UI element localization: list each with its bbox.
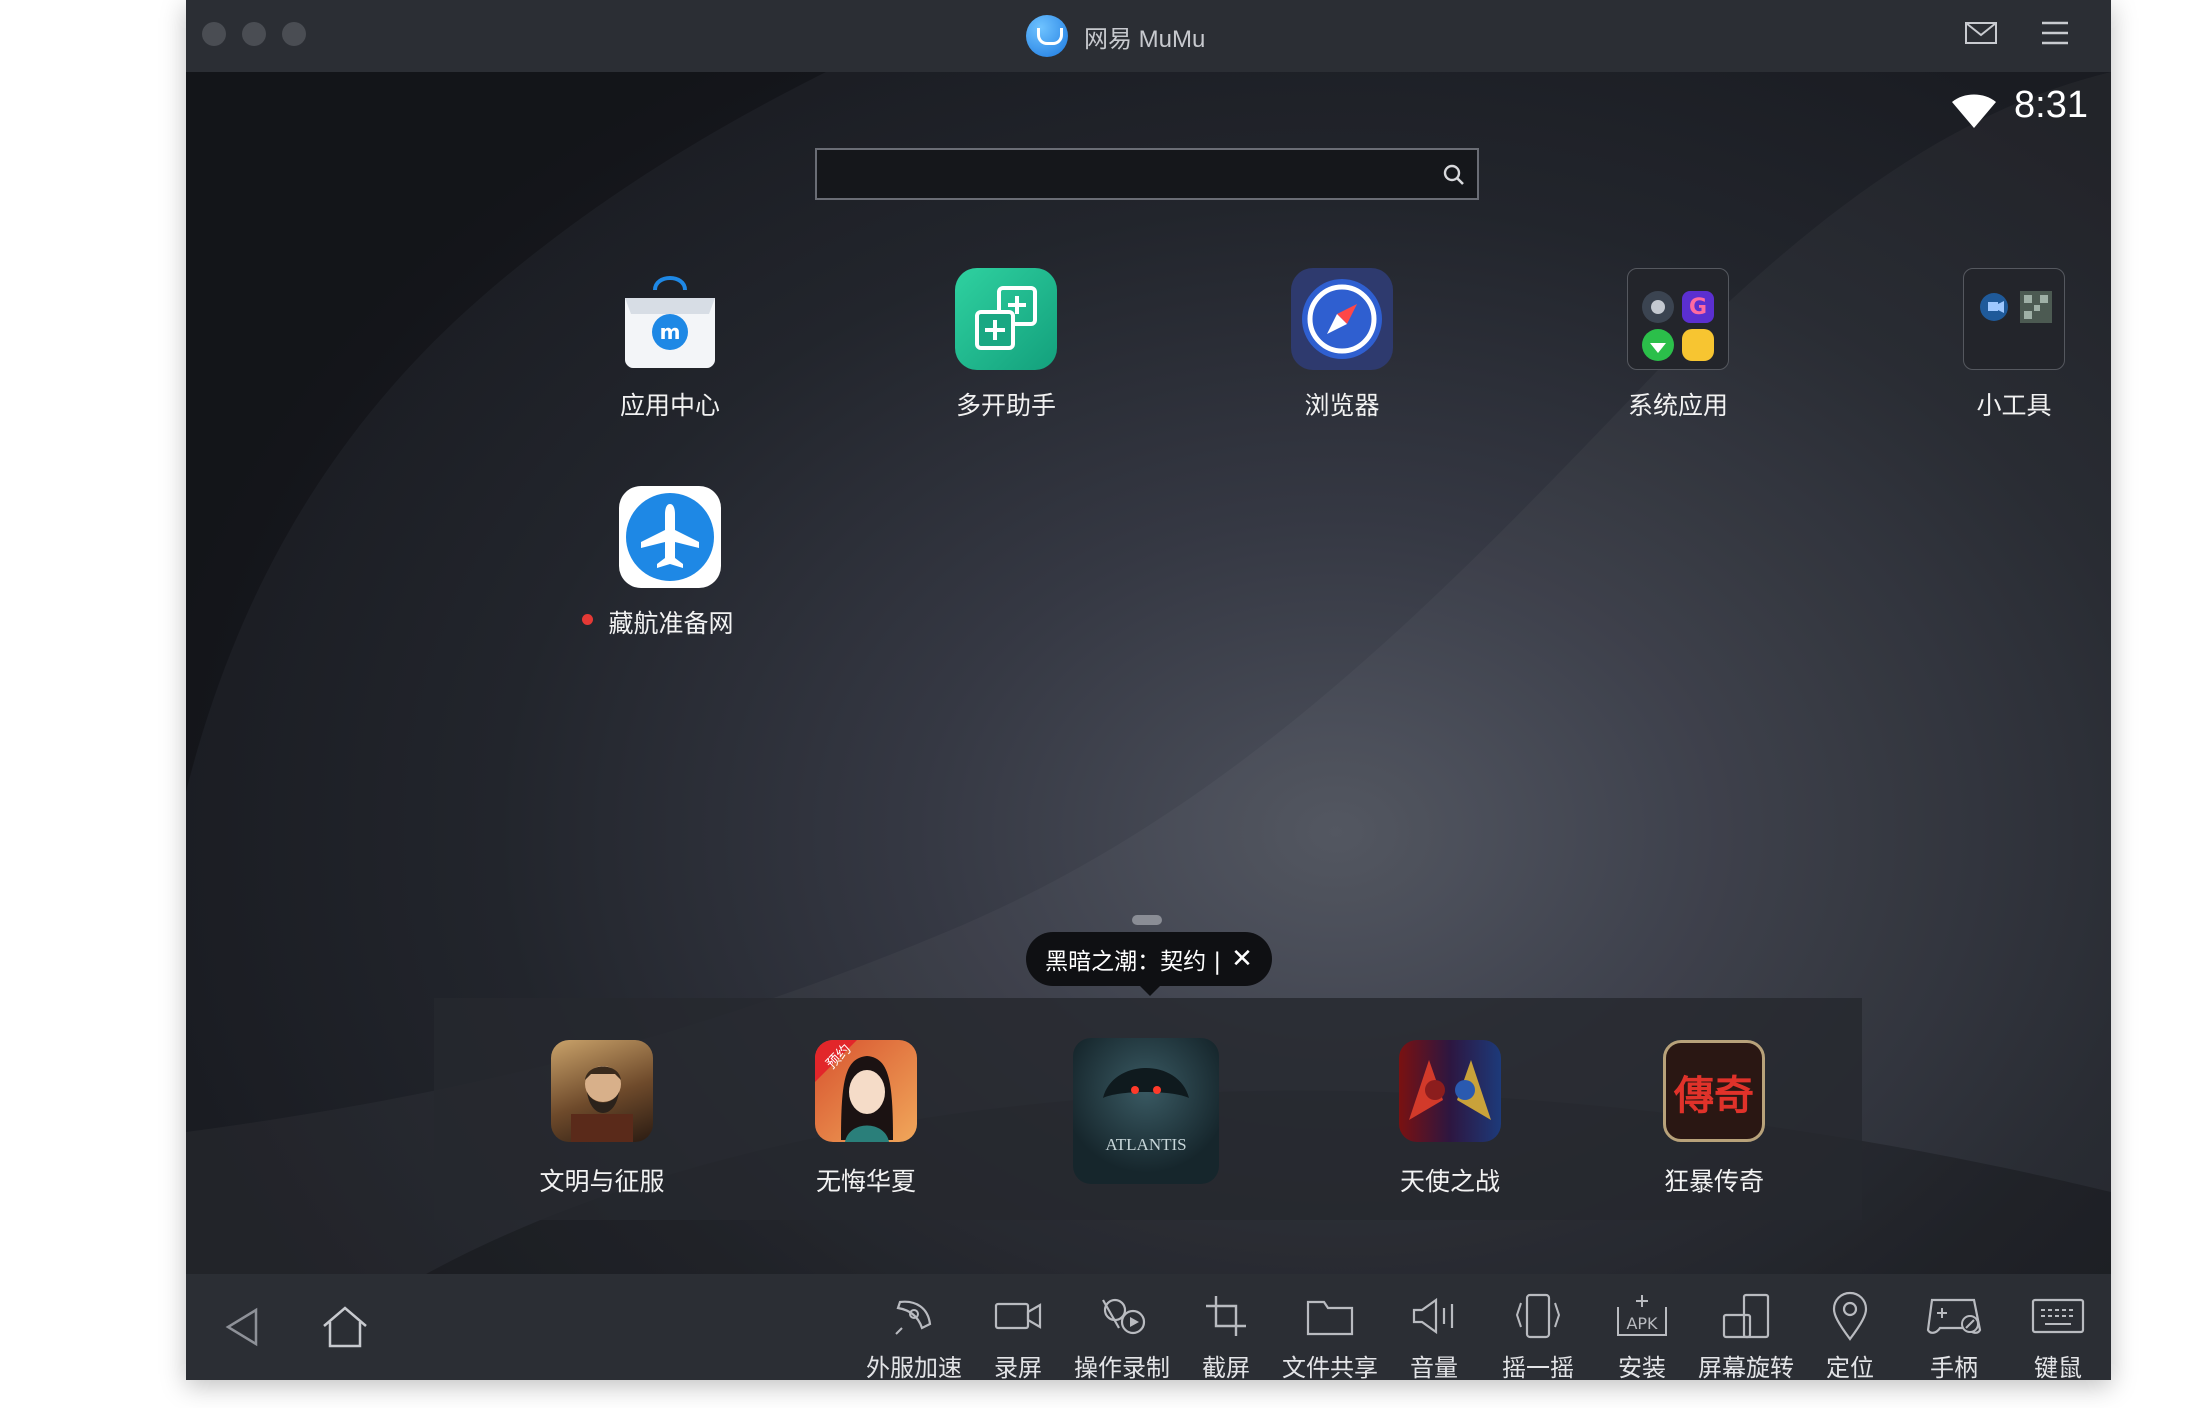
search-input[interactable]	[827, 158, 1421, 192]
macro-record-icon	[1070, 1288, 1174, 1344]
game-item[interactable]: 天使之战	[1350, 1040, 1550, 1198]
crop-icon	[1174, 1288, 1278, 1344]
keyboard-icon	[2006, 1288, 2110, 1344]
app-center-bag-icon: m	[619, 268, 721, 370]
game-item[interactable]: 预约 无悔华夏	[766, 1040, 966, 1198]
system-apps-folder-icon: G	[1627, 268, 1729, 370]
svg-text:APK: APK	[1626, 1314, 1658, 1333]
app-label: 系统应用	[1627, 391, 1728, 420]
game-tooltip[interactable]: 黑暗之潮：契约 | ✕	[1026, 932, 1272, 996]
game-label: 文明与征服	[539, 1167, 665, 1196]
tool-label: 音量	[1410, 1354, 1458, 1380]
tool-volume[interactable]: 音量	[1382, 1288, 1486, 1380]
tool-macro-record[interactable]: 操作录制	[1070, 1288, 1174, 1380]
tool-label: 截屏	[1202, 1354, 1250, 1380]
tool-label: 屏幕旋转	[1698, 1354, 1794, 1380]
rotate-screen-icon	[1694, 1288, 1798, 1344]
location-pin-icon	[1798, 1288, 1902, 1344]
shake-phone-icon	[1486, 1288, 1590, 1344]
game-label: 天使之战	[1399, 1167, 1500, 1196]
status-time: 8:31	[2014, 84, 2088, 126]
compass-browser-icon	[1291, 268, 1393, 370]
tools-folder[interactable]: 小工具	[1904, 268, 2111, 422]
folder-icon	[1278, 1288, 1382, 1344]
game-label: 无悔华夏	[815, 1167, 916, 1196]
mail-icon[interactable]	[1964, 18, 1998, 52]
app-label: 藏航准备网	[608, 609, 734, 638]
tool-screenshot[interactable]: 截屏	[1174, 1288, 1278, 1380]
game-dock: 文明与征服 预约 无悔华夏 ATLANTIS 天使之战 傳奇 狂暴传奇	[434, 998, 1862, 1220]
civilization-conquest-icon	[551, 1040, 653, 1142]
tool-shake[interactable]: 摇一摇	[1486, 1288, 1590, 1380]
flight-app[interactable]: 藏航准备网	[560, 486, 780, 640]
app-label: 应用中心	[619, 391, 720, 420]
notification-dot	[582, 614, 593, 625]
tooltip-text: 黑暗之潮：契约 |	[1045, 949, 1222, 975]
tool-label: 定位	[1826, 1354, 1874, 1380]
close-window-button[interactable]	[202, 22, 226, 46]
search-bar[interactable]	[815, 148, 1479, 200]
tool-location[interactable]: 定位	[1798, 1288, 1902, 1380]
game-item[interactable]: 文明与征服	[502, 1040, 702, 1198]
minimize-window-button[interactable]	[242, 22, 266, 46]
tool-label: 键鼠	[2034, 1354, 2082, 1380]
home-icon[interactable]	[320, 1302, 370, 1356]
emulator-window: 网易 MuMu 8:31 m 应用中心 多开助手 浏览器 G 系统应用 小工具 …	[186, 0, 2111, 1380]
tool-install-apk[interactable]: APK 安装	[1590, 1288, 1694, 1380]
title-bar: 网易 MuMu	[186, 0, 2111, 72]
close-icon[interactable]: ✕	[1231, 944, 1253, 974]
tools-folder-icon	[1963, 268, 2065, 370]
tool-label: 摇一摇	[1502, 1354, 1574, 1380]
tool-label: 操作录制	[1074, 1354, 1170, 1380]
rocket-icon	[862, 1288, 966, 1344]
tool-rotate[interactable]: 屏幕旋转	[1694, 1288, 1798, 1380]
chuanqi-art-text: 傳奇	[1673, 1072, 1754, 1119]
android-home-screen: 8:31 m 应用中心 多开助手 浏览器 G 系统应用 小工具 藏航准备网 黑暗…	[186, 72, 2111, 1274]
app-label: 多开助手	[955, 391, 1056, 420]
tool-label: 录屏	[994, 1354, 1042, 1380]
game-item-selected[interactable]: ATLANTIS	[1046, 1038, 1246, 1184]
back-icon[interactable]	[222, 1302, 262, 1356]
game-label: 狂暴传奇	[1663, 1167, 1764, 1196]
window-title: 网易 MuMu	[1084, 25, 1206, 53]
video-camera-icon	[966, 1288, 1070, 1344]
atlantis-icon: ATLANTIS	[1073, 1038, 1219, 1184]
gamepad-icon	[1902, 1288, 2006, 1344]
search-icon[interactable]	[1443, 164, 1465, 190]
tool-label: 外服加速	[866, 1354, 962, 1380]
tool-label: 安装	[1618, 1354, 1666, 1380]
bottom-toolbar: 外服加速 录屏 操作录制 截屏 文件共享 音量 摇一摇 APK 安装 屏幕旋转 …	[186, 1274, 2111, 1380]
system-apps-folder[interactable]: G 系统应用	[1568, 268, 1788, 422]
multi-open-assistant[interactable]: 多开助手	[896, 268, 1116, 422]
dock-handle[interactable]	[1132, 915, 1162, 925]
zoom-window-button[interactable]	[282, 22, 306, 46]
app-label: 小工具	[1976, 391, 2052, 420]
browser-app[interactable]: 浏览器	[1232, 268, 1452, 422]
app-label: 浏览器	[1304, 391, 1380, 420]
app-label-row: 藏航准备网	[560, 604, 780, 640]
tool-file-share[interactable]: 文件共享	[1278, 1288, 1382, 1380]
svg-text:G: G	[1689, 295, 1707, 320]
svg-text:m: m	[660, 320, 681, 344]
tool-gamepad[interactable]: 手柄	[1902, 1288, 2006, 1380]
game-item[interactable]: 傳奇 狂暴传奇	[1614, 1040, 1814, 1198]
multi-open-icon	[955, 268, 1057, 370]
menu-icon[interactable]	[2040, 18, 2070, 52]
kuangbao-chuanqi-icon: 傳奇	[1663, 1040, 1765, 1142]
tool-label: 手柄	[1930, 1354, 1978, 1380]
atlantis-art-text: ATLANTIS	[1105, 1135, 1186, 1154]
airplane-icon	[619, 486, 721, 588]
angel-war-icon	[1399, 1040, 1501, 1142]
speaker-icon	[1382, 1288, 1486, 1344]
tool-label: 文件共享	[1282, 1354, 1378, 1380]
app-center[interactable]: m 应用中心	[560, 268, 780, 422]
wuhui-huaxia-icon: 预约	[815, 1040, 917, 1142]
apk-install-icon: APK	[1590, 1288, 1694, 1344]
tool-keyboard-mouse[interactable]: 键鼠	[2006, 1288, 2110, 1380]
tool-screen-record[interactable]: 录屏	[966, 1288, 1070, 1380]
mumu-logo-icon	[1026, 15, 1068, 57]
tool-accelerate[interactable]: 外服加速	[862, 1288, 966, 1380]
wifi-icon	[1950, 90, 1998, 134]
